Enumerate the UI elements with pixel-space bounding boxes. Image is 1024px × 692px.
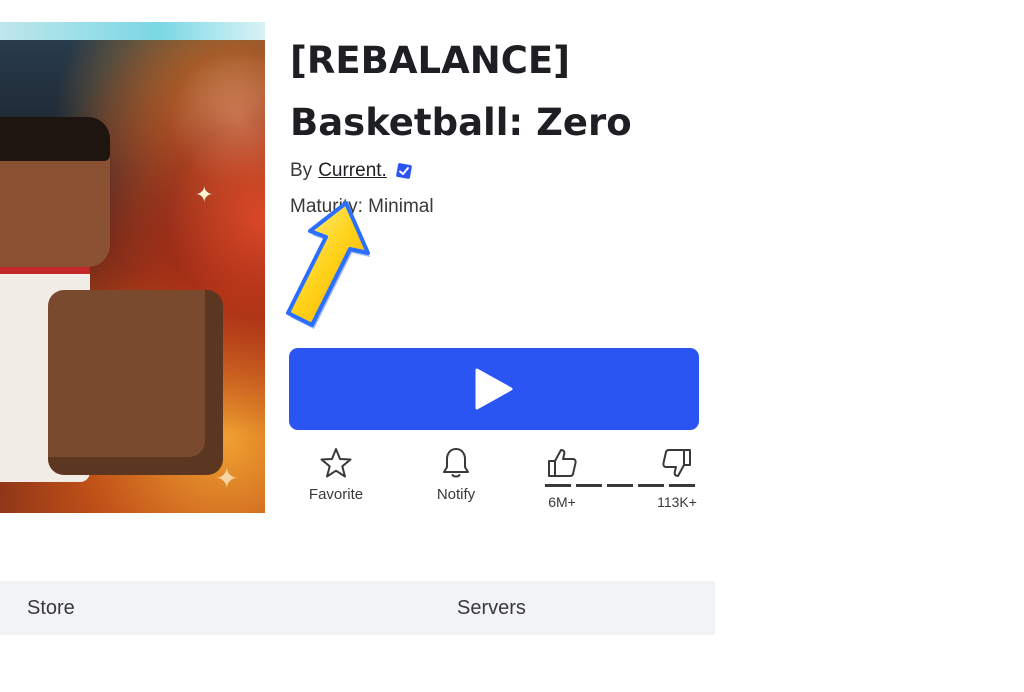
notify-button[interactable]: Notify [411,446,501,503]
notify-label: Notify [436,486,476,503]
vote-ratio-bar [545,484,695,487]
basketball-rim [0,22,265,40]
player-hair [0,117,110,161]
game-thumbnail: ✦ ✦ [0,22,265,513]
title-line-1: [REBALANCE] [290,39,571,82]
player-fist [48,290,223,475]
verified-badge-icon [396,163,412,179]
game-title: [REBALANCE] Basketball: Zero [290,30,632,154]
bell-icon [443,448,469,478]
play-icon [475,368,513,410]
tab-store[interactable]: Store [27,581,75,635]
title-line-2: Basketball: Zero [290,101,632,144]
play-button[interactable] [289,348,699,430]
favorite-label: Favorite [308,486,364,503]
pointer-arrow-icon [286,201,370,329]
dislikes-count: 113K+ [657,494,697,510]
star-icon [320,448,352,478]
sparkle-icon: ✦ [195,182,214,207]
creator-byline: By Current. [290,160,413,182]
creator-link[interactable]: Current. [318,160,387,182]
likes-count: 6M+ [548,494,576,510]
favorite-button[interactable]: Favorite [291,446,381,503]
downvote-button[interactable] [647,446,707,480]
thumbs-down-icon [662,449,691,477]
thumbs-up-icon [548,449,577,477]
upvote-button[interactable] [532,446,592,480]
tab-bar: Store Servers [0,581,715,635]
sparkle-icon: ✦ [215,463,239,494]
by-label: By [290,160,313,181]
tab-servers[interactable]: Servers [457,581,526,635]
